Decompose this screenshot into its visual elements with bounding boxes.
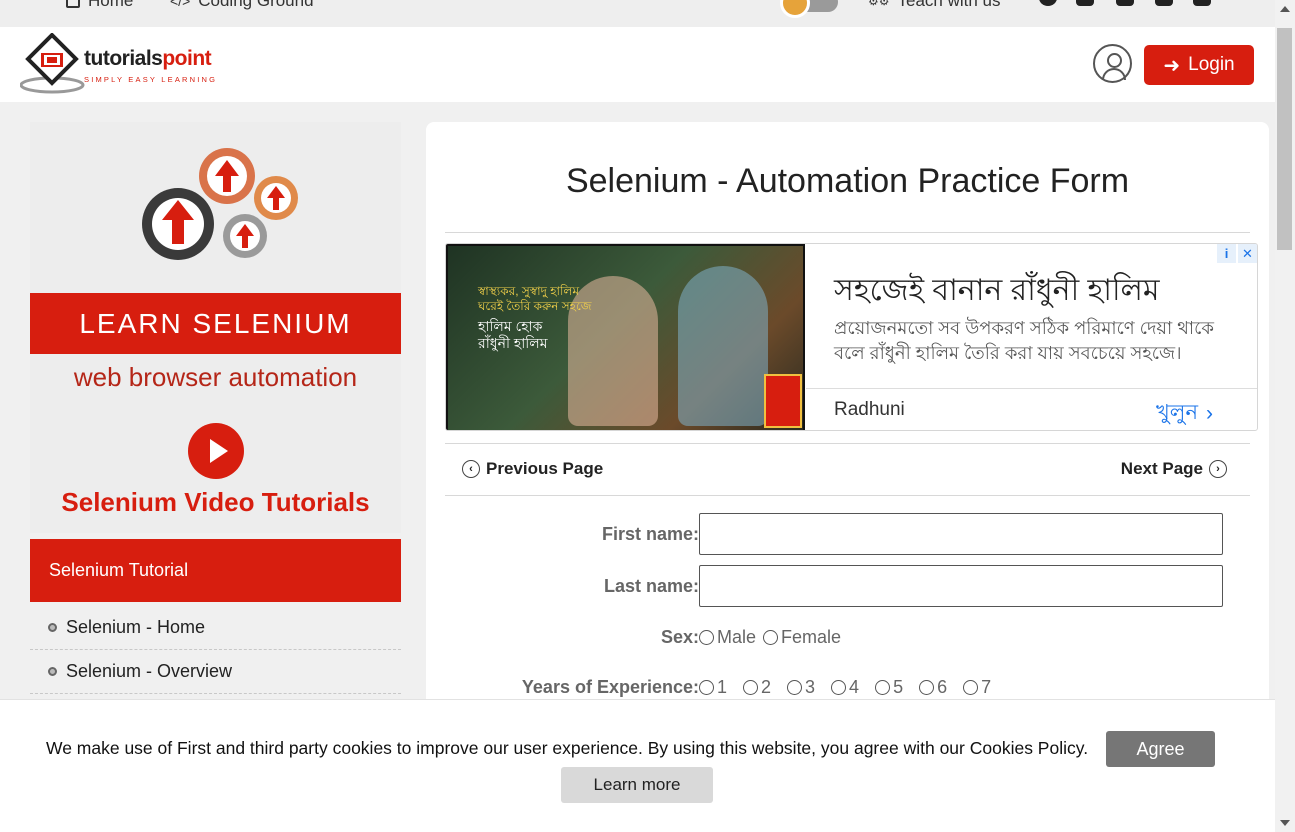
ad-image-text: হালিম হোক রাঁধুনী হালিম xyxy=(478,318,548,351)
teach-link[interactable]: ⚙⚙ Teach with us xyxy=(868,0,1001,11)
ad-image[interactable]: স্বাস্থ্যকর, সুস্বাদু হালিম ঘরেই তৈরি কর… xyxy=(446,244,805,430)
scrollbar[interactable] xyxy=(1275,0,1295,832)
sex-female-radio[interactable] xyxy=(763,630,779,645)
logo-icon xyxy=(20,33,85,94)
selenium-banner[interactable]: LEARN SELENIUM web browser automation Se… xyxy=(30,122,401,533)
experience-label: Years of Experience: xyxy=(521,677,699,697)
first-name-input[interactable] xyxy=(699,513,1223,555)
youtube-icon[interactable] xyxy=(1155,0,1173,6)
cookie-banner: We make use of First and third party coo… xyxy=(0,699,1275,832)
twitter-icon[interactable] xyxy=(1116,0,1134,6)
ad-body: প্রয়োজনমতো সব উপকরণ সঠিক পরিমাণে দেয়া … xyxy=(834,318,1214,363)
ad-controls: i ✕ xyxy=(1217,244,1257,263)
close-icon[interactable]: ✕ xyxy=(1238,244,1257,263)
experience-radio-7[interactable] xyxy=(963,680,979,695)
top-strip: Home </> Coding Ground ⚙⚙ Teach with us xyxy=(0,0,1275,27)
ad-brand: Radhuni xyxy=(834,399,905,420)
agree-button[interactable]: Agree xyxy=(1106,731,1215,767)
sidebar-heading[interactable]: Selenium Tutorial xyxy=(30,539,401,602)
divider xyxy=(445,443,1250,444)
sex-options: Male Female xyxy=(699,627,841,648)
sidebar: LEARN SELENIUM web browser automation Se… xyxy=(30,122,401,722)
product-package xyxy=(764,374,802,428)
login-button[interactable]: ➜ Login xyxy=(1144,45,1254,85)
user-icon[interactable] xyxy=(1093,44,1132,83)
sex-male-radio[interactable] xyxy=(699,630,714,645)
divider xyxy=(445,495,1250,496)
divider xyxy=(445,232,1250,233)
sidebar-item-home[interactable]: Selenium - Home xyxy=(30,606,401,650)
scroll-up-icon[interactable] xyxy=(1280,6,1290,12)
info-icon[interactable]: i xyxy=(1217,244,1236,263)
banner-subtitle: web browser automation xyxy=(73,362,358,392)
learn-selenium-band: LEARN SELENIUM xyxy=(30,293,401,354)
chevron-right-icon: › xyxy=(1209,460,1227,478)
previous-page-link[interactable]: ‹ Previous Page xyxy=(462,459,603,479)
next-page-link[interactable]: Next Page › xyxy=(1121,459,1227,479)
theme-toggle[interactable] xyxy=(780,0,838,18)
chevron-left-icon: ‹ xyxy=(462,460,480,478)
bullet-icon xyxy=(48,667,57,676)
linkedin-icon[interactable] xyxy=(1193,0,1211,6)
logo-text: tutorialspoint xyxy=(84,47,212,70)
facebook-icon[interactable] xyxy=(1039,0,1057,6)
site-header: tutorialspoint SIMPLY EASY LEARNING ➜ Lo… xyxy=(0,27,1275,102)
sidebar-item-overview[interactable]: Selenium - Overview xyxy=(30,650,401,694)
home-icon xyxy=(66,0,80,8)
first-name-label: First name: xyxy=(601,524,699,544)
page-title: Selenium - Automation Practice Form xyxy=(565,162,1130,200)
cookie-text: We make use of First and third party coo… xyxy=(46,738,1089,758)
experience-radio-4[interactable] xyxy=(831,680,847,695)
ad-person xyxy=(678,266,768,426)
video-tutorials-label: Selenium Video Tutorials xyxy=(61,487,370,517)
sex-label: Sex: xyxy=(660,627,699,647)
last-name-label: Last name: xyxy=(603,576,699,596)
site-logo[interactable]: tutorialspoint SIMPLY EASY LEARNING xyxy=(20,33,250,95)
ad-image-text: স্বাস্থ্যকর, সুস্বাদু হালিম ঘরেই তৈরি কর… xyxy=(478,284,592,313)
play-icon[interactable] xyxy=(188,423,244,479)
chevron-right-icon: › xyxy=(1205,401,1213,425)
scrollbar-thumb[interactable] xyxy=(1277,28,1292,250)
home-link[interactable]: Home xyxy=(66,0,133,11)
instagram-icon[interactable] xyxy=(1076,0,1094,6)
teach-icon: ⚙⚙ xyxy=(868,0,890,8)
divider xyxy=(806,388,1257,389)
experience-radio-6[interactable] xyxy=(919,680,935,695)
experience-radio-2[interactable] xyxy=(743,680,759,695)
gears-icon xyxy=(142,148,298,260)
main-content: Selenium - Automation Practice Form স্বা… xyxy=(426,122,1269,722)
ad-headline[interactable]: সহজেই বানান রাঁধুনী হালিম xyxy=(834,266,1160,317)
experience-radio-5[interactable] xyxy=(875,680,891,695)
last-name-input[interactable] xyxy=(699,565,1223,607)
advertisement[interactable]: স্বাস্থ্যকর, সুস্বাদু হালিম ঘরেই তৈরি কর… xyxy=(445,243,1258,431)
sun-icon xyxy=(780,0,810,18)
code-icon: </> xyxy=(170,0,191,9)
experience-radio-3[interactable] xyxy=(787,680,803,695)
coding-ground-link[interactable]: </> Coding Ground xyxy=(170,0,314,11)
experience-options: 1 2 3 4 5 6 7 xyxy=(699,677,991,698)
login-icon: ➜ xyxy=(1163,54,1181,77)
experience-radio-1[interactable] xyxy=(699,680,714,695)
bullet-icon xyxy=(48,623,57,632)
learn-more-button[interactable]: Learn more xyxy=(561,767,713,803)
ad-open-button[interactable]: খুলুন › xyxy=(1156,396,1213,430)
logo-tagline: SIMPLY EASY LEARNING xyxy=(84,75,218,84)
scroll-down-icon[interactable] xyxy=(1280,820,1290,826)
